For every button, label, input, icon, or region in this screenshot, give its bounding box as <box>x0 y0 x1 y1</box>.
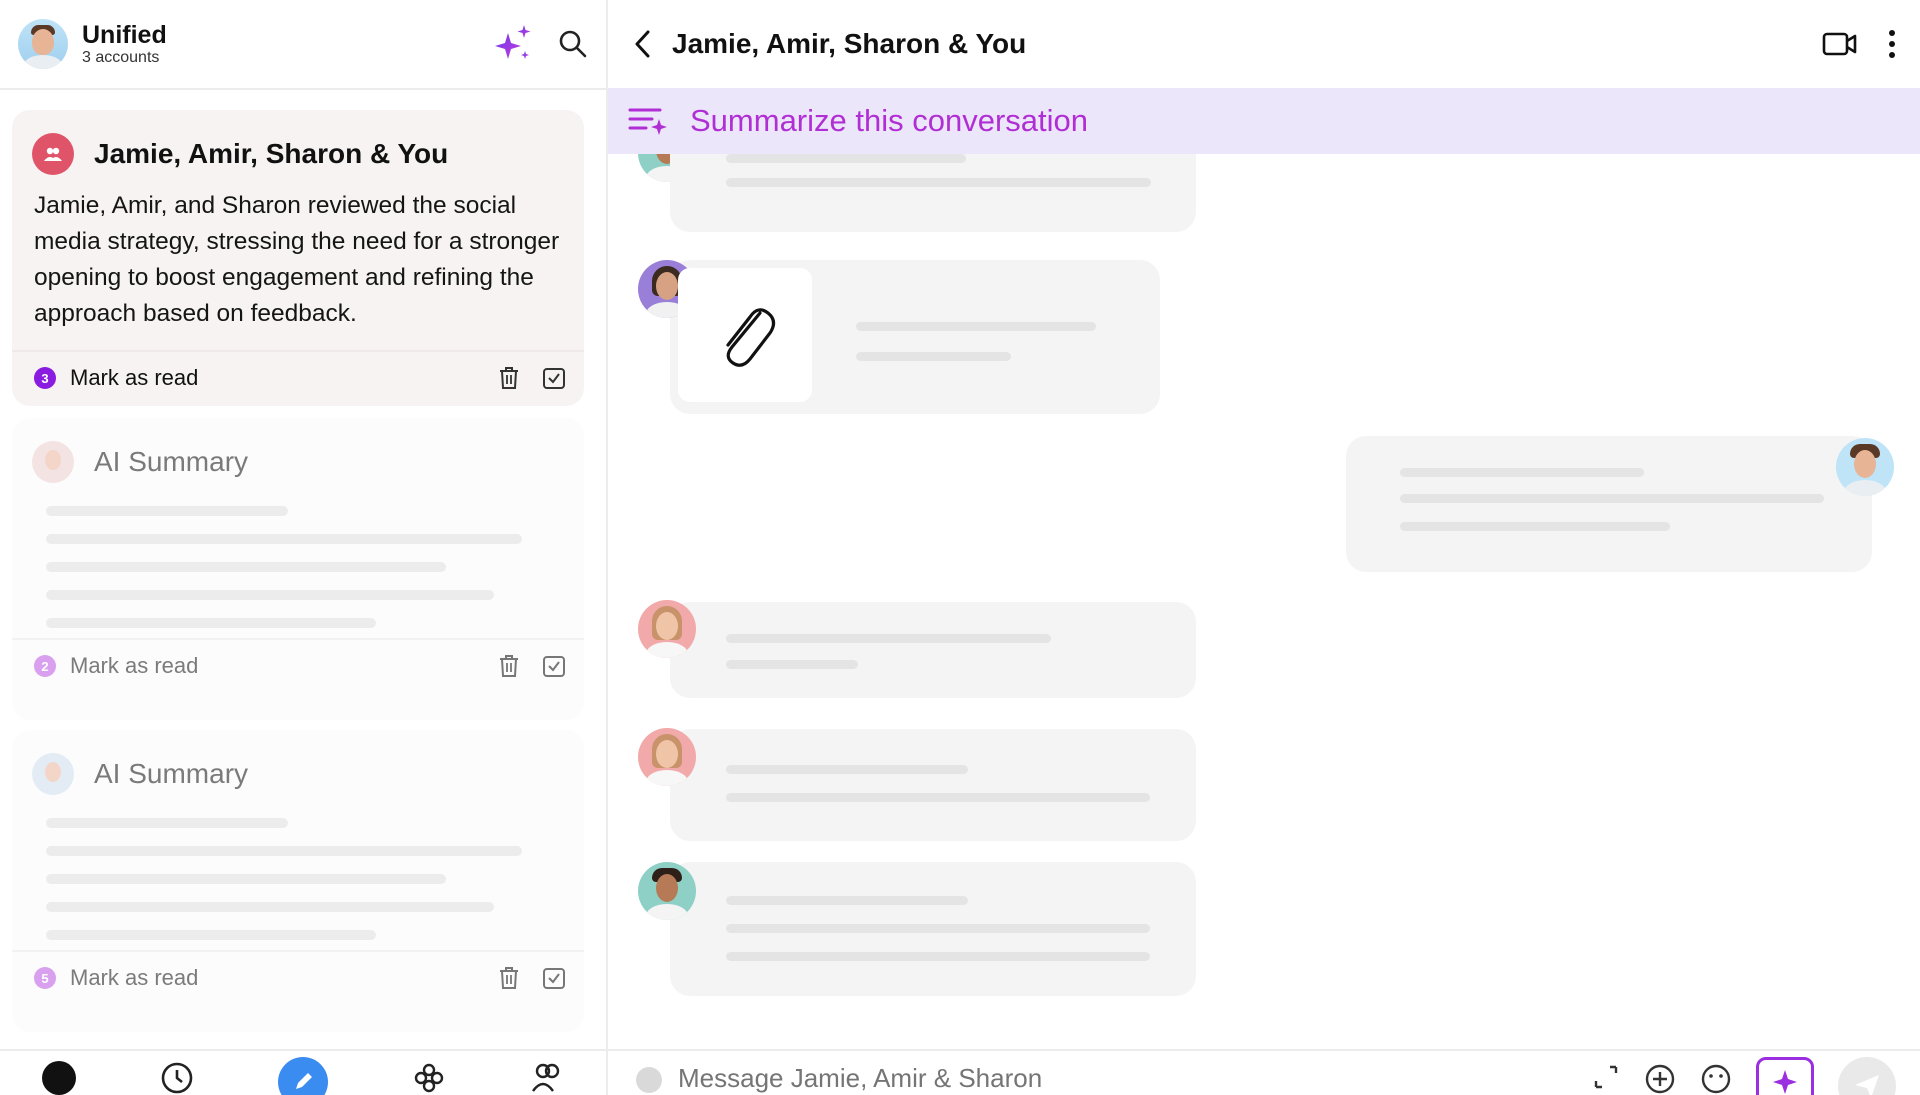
conversation-list-pane: Unified 3 accounts Jamie, Amir, Sharon &… <box>0 0 608 1095</box>
message-bubble <box>670 602 1196 698</box>
group-avatar <box>32 133 74 175</box>
conversation-title: Jamie, Amir, Sharon & You <box>94 138 449 169</box>
search-icon[interactable] <box>558 29 588 59</box>
back-chevron-icon[interactable] <box>632 29 654 59</box>
message-bubble <box>670 862 1196 996</box>
conversation-title: AI Summary <box>94 758 249 789</box>
contact-avatar <box>32 441 74 483</box>
summarize-list-icon <box>628 105 670 137</box>
account-header: Unified 3 accounts <box>0 0 606 90</box>
avatar-amir <box>638 862 696 920</box>
conversation-title: AI Summary <box>94 446 249 477</box>
unread-badge: 2 <box>34 655 56 677</box>
checkbox-icon[interactable] <box>542 966 566 990</box>
mark-as-read-button[interactable]: Mark as read <box>70 365 198 391</box>
video-camera-icon[interactable] <box>1822 30 1858 58</box>
account-switcher[interactable]: Unified 3 accounts <box>82 21 167 67</box>
trash-icon[interactable] <box>498 966 520 990</box>
composer-avatar-dot <box>636 1067 662 1093</box>
card-footer: 5 Mark as read <box>12 950 584 1004</box>
trash-icon[interactable] <box>498 654 520 678</box>
account-subtitle: 3 accounts <box>82 49 160 66</box>
avatar-you <box>1836 438 1894 496</box>
bottom-nav <box>0 1049 606 1095</box>
summary-placeholder <box>12 800 584 950</box>
emoji-icon[interactable] <box>1700 1063 1732 1095</box>
unread-badge: 3 <box>34 367 56 389</box>
message-bubble-own <box>1346 436 1872 572</box>
checkbox-icon[interactable] <box>542 366 566 390</box>
summarize-conversation-button[interactable]: Summarize this conversation <box>608 88 1920 154</box>
flower-icon[interactable] <box>412 1061 446 1095</box>
user-avatar[interactable] <box>18 19 68 69</box>
message-list <box>608 154 1920 1049</box>
expand-icon[interactable] <box>1592 1063 1620 1091</box>
more-vertical-icon[interactable] <box>1888 29 1896 59</box>
contact-avatar <box>32 753 74 795</box>
avatar-jamie <box>638 600 696 658</box>
summarize-label: Summarize this conversation <box>690 103 1088 138</box>
conversation-card[interactable]: AI Summary 5 Mark as read <box>12 730 584 1032</box>
send-icon[interactable] <box>1838 1057 1896 1095</box>
message-composer <box>608 1049 1920 1095</box>
compose-pencil-icon[interactable] <box>278 1057 328 1095</box>
attachment-preview[interactable] <box>678 268 812 402</box>
chat-title: Jamie, Amir, Sharon & You <box>672 28 1027 59</box>
conversation-summary: Jamie, Amir, and Sharon reviewed the soc… <box>34 192 560 327</box>
account-title: Unified <box>82 21 167 49</box>
add-circle-icon[interactable] <box>1644 1063 1676 1095</box>
paperclip-icon <box>710 295 780 376</box>
chat-pane: Jamie, Amir, Sharon & You Summarize this… <box>608 0 1920 1095</box>
card-footer: 3 Mark as read <box>12 350 584 404</box>
avatar-jamie <box>638 728 696 786</box>
clock-icon[interactable] <box>160 1061 194 1095</box>
card-footer: 2 Mark as read <box>12 638 584 692</box>
conversation-card[interactable]: AI Summary 2 Mark as read <box>12 418 584 720</box>
contacts-icon[interactable] <box>530 1061 564 1095</box>
checkbox-icon[interactable] <box>542 654 566 678</box>
message-bubble <box>670 729 1196 841</box>
message-input[interactable] <box>678 1063 1278 1094</box>
mark-as-read-button[interactable]: Mark as read <box>70 965 198 991</box>
home-dot-icon[interactable] <box>42 1061 76 1095</box>
unread-badge: 5 <box>34 967 56 989</box>
sparkles-icon[interactable] <box>492 23 534 65</box>
mark-as-read-button[interactable]: Mark as read <box>70 653 198 679</box>
ai-sparkle-icon[interactable] <box>1756 1057 1814 1095</box>
chat-header: Jamie, Amir, Sharon & You <box>608 0 1920 88</box>
conversation-card-active[interactable]: Jamie, Amir, Sharon & You Jamie, Amir, a… <box>12 110 584 406</box>
message-bubble <box>670 154 1196 232</box>
app-root: Unified 3 accounts Jamie, Amir, Sharon &… <box>0 0 1920 1095</box>
trash-icon[interactable] <box>498 366 520 390</box>
summary-placeholder <box>12 488 584 638</box>
